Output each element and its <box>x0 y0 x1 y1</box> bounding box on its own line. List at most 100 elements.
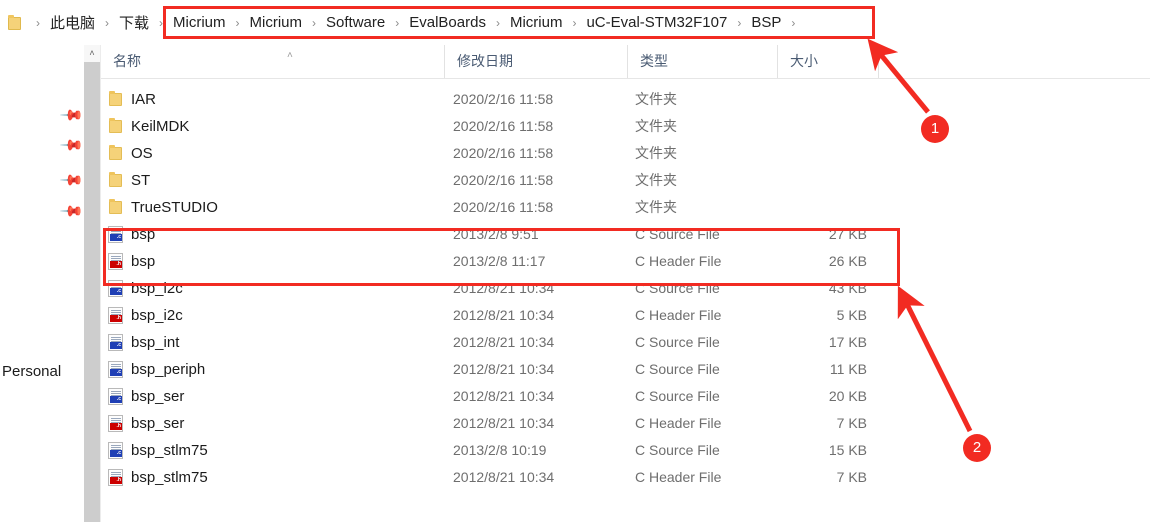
breadcrumb-item-micrium-3[interactable]: Micrium <box>507 12 566 33</box>
c-source-icon: .c <box>107 361 125 379</box>
breadcrumb-separator: › <box>235 15 240 30</box>
c-header-icon: .h <box>107 415 125 433</box>
table-row[interactable]: .c bsp_periph 2012/8/21 10:34 C Source File… <box>101 356 1150 383</box>
column-header-size[interactable]: 大小 <box>777 45 878 78</box>
cell-file-name: TrueSTUDIO <box>131 199 218 216</box>
breadcrumb-separator: › <box>105 15 110 30</box>
pin-icon[interactable]: 📌 <box>59 103 84 128</box>
address-bar[interactable]: › 此电脑 › 下载 › Micrium › Micrium › Softwar… <box>0 0 1150 46</box>
cell-file-size: 7 KB <box>836 469 867 485</box>
file-explorer-window: › 此电脑 › 下载 › Micrium › Micrium › Softwar… <box>0 0 1150 522</box>
cell-file-type: C Source File <box>635 442 720 458</box>
cell-file-size <box>767 140 867 167</box>
cell-modified-date: 2020/2/16 11:58 <box>453 172 554 188</box>
cell-file-type: 文件夹 <box>635 145 677 161</box>
cell-modified-date: 2012/8/21 10:34 <box>453 307 555 323</box>
cell-file-size: 27 KB <box>828 226 867 242</box>
annotation-marker-1: 1 <box>921 115 949 143</box>
pin-icon[interactable]: 📌 <box>59 168 84 193</box>
table-row[interactable]: .c bsp_i2c 2012/8/21 10:34 C Source File 43 … <box>101 275 1150 302</box>
cell-file-type: C Source File <box>635 226 720 242</box>
table-row[interactable]: .c bsp 2013/2/8 9:51 C Source File 27 KB <box>101 221 1150 248</box>
cell-file-name: KeilMDK <box>131 118 190 135</box>
scrollbar-thumb[interactable] <box>84 62 100 522</box>
cell-file-size: 43 KB <box>828 280 867 296</box>
column-header-date[interactable]: 修改日期 <box>444 45 627 78</box>
breadcrumb-item-uc-eval-stm32f107[interactable]: uC-Eval-STM32F107 <box>583 12 730 33</box>
pin-icon[interactable]: 📌 <box>59 199 84 224</box>
pin-icon[interactable]: 📌 <box>59 133 84 158</box>
table-row[interactable]: .c bsp_int 2012/8/21 10:34 C Source File 17 … <box>101 329 1150 356</box>
breadcrumb-item-software[interactable]: Software <box>323 12 388 33</box>
table-row[interactable]: .c bsp_ser 2012/8/21 10:34 C Source File 20 … <box>101 383 1150 410</box>
breadcrumb-item-micrium-1[interactable]: Micrium <box>170 12 229 33</box>
table-row[interactable]: OS 2020/2/16 11:58 文件夹 <box>101 140 1150 167</box>
cell-file-size: 11 KB <box>829 361 867 377</box>
cell-file-name: bsp <box>131 226 156 243</box>
cell-file-size <box>767 86 867 113</box>
cell-modified-date: 2013/2/8 9:51 <box>453 226 539 242</box>
cell-file-name: IAR <box>131 91 157 108</box>
cell-file-type: 文件夹 <box>635 118 677 134</box>
cell-file-size: 7 KB <box>836 415 867 431</box>
table-row[interactable]: KeilMDK 2020/2/16 11:58 文件夹 <box>101 113 1150 140</box>
c-header-icon: .h <box>107 253 125 271</box>
cell-modified-date: 2012/8/21 10:34 <box>453 280 555 296</box>
cell-file-size: 20 KB <box>828 388 867 404</box>
cell-modified-date: 2012/8/21 10:34 <box>453 415 555 431</box>
table-row[interactable]: .h bsp_i2c 2012/8/21 10:34 C Header File 5 K… <box>101 302 1150 329</box>
breadcrumb-separator: › <box>36 15 40 30</box>
breadcrumb-item-evalboards[interactable]: EvalBoards <box>406 12 489 33</box>
cell-modified-date: 2020/2/16 11:58 <box>453 91 554 107</box>
cell-file-type: C Source File <box>635 280 720 296</box>
cell-file-name: bsp_i2c <box>131 307 183 324</box>
cell-file-type: C Header File <box>635 253 722 269</box>
table-row[interactable]: IAR 2020/2/16 11:58 文件夹 <box>101 86 1150 113</box>
c-header-icon: .h <box>107 469 125 487</box>
c-source-icon: .c <box>107 388 125 406</box>
table-row[interactable]: .h bsp 2013/2/8 11:17 C Header File 26 KB <box>101 248 1150 275</box>
table-row[interactable]: .h bsp_ser 2012/8/21 10:34 C Header File 7 K… <box>101 410 1150 437</box>
breadcrumb-item-downloads[interactable]: 下载 <box>116 10 152 35</box>
cell-modified-date: 2020/2/16 11:58 <box>453 145 554 161</box>
folder-icon <box>107 145 125 163</box>
cell-file-name: bsp_ser <box>131 388 185 405</box>
cell-file-name: bsp_int <box>131 334 180 351</box>
breadcrumb[interactable]: › 此电脑 › 下载 › Micrium › Micrium › Softwar… <box>6 0 802 45</box>
breadcrumb-separator: › <box>312 15 317 30</box>
column-header-name[interactable]: 名称 ˄ <box>101 45 444 78</box>
cell-file-type: C Source File <box>635 361 720 377</box>
breadcrumb-separator: › <box>395 15 400 30</box>
folder-icon <box>8 15 21 30</box>
cell-file-type: C Source File <box>635 388 720 404</box>
table-row[interactable]: .h bsp_stlm75 2012/8/21 10:34 C Header File… <box>101 464 1150 491</box>
breadcrumb-separator: › <box>495 15 500 30</box>
cell-file-size: 15 KB <box>828 442 867 458</box>
cell-file-name: ST <box>131 172 151 189</box>
c-source-icon: .c <box>107 334 125 352</box>
sidebar-group-personal: Personal <box>2 363 62 380</box>
cell-file-type: 文件夹 <box>635 91 677 107</box>
table-row[interactable]: TrueSTUDIO 2020/2/16 11:58 文件夹 <box>101 194 1150 221</box>
column-header-row: 名称 ˄ 修改日期 类型 大小 <box>101 45 1150 79</box>
cell-file-type: C Header File <box>635 469 722 485</box>
breadcrumb-item-micrium-2[interactable]: Micrium <box>247 12 306 33</box>
cell-modified-date: 2020/2/16 11:58 <box>453 118 554 134</box>
cell-modified-date: 2020/2/16 11:58 <box>453 199 554 215</box>
breadcrumb-item-this-pc[interactable]: 此电脑 <box>47 10 98 35</box>
cell-modified-date: 2012/8/21 10:34 <box>453 334 555 350</box>
annotation-marker-2: 2 <box>963 434 991 462</box>
cell-modified-date: 2012/8/21 10:34 <box>453 361 555 377</box>
c-source-icon: .c <box>107 226 125 244</box>
scroll-up-arrow-icon[interactable]: ˄ <box>84 45 100 62</box>
vertical-scrollbar[interactable]: ˄ <box>84 45 101 522</box>
breadcrumb-item-bsp[interactable]: BSP <box>748 12 784 33</box>
table-row[interactable]: .c bsp_stlm75 2013/2/8 10:19 C Source File 1… <box>101 437 1150 464</box>
breadcrumb-separator: › <box>791 15 796 30</box>
column-header-type[interactable]: 类型 <box>627 45 777 78</box>
cell-file-name: bsp_stlm75 <box>131 442 208 459</box>
table-row[interactable]: ST 2020/2/16 11:58 文件夹 <box>101 167 1150 194</box>
c-header-icon: .h <box>107 307 125 325</box>
cell-file-name: bsp_periph <box>131 361 206 378</box>
cell-modified-date: 2012/8/21 10:34 <box>453 388 555 404</box>
